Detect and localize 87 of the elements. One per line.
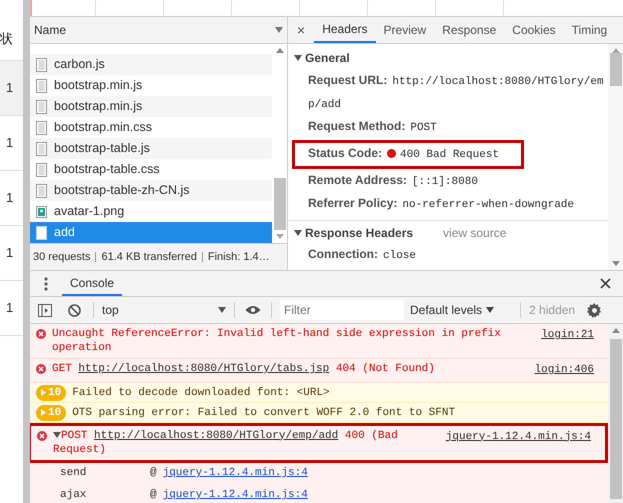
scrollbar[interactable]: [608, 324, 623, 503]
error-icon: [36, 329, 46, 339]
expanded-triangle-icon: [294, 55, 302, 61]
column-header: 状: [0, 30, 13, 48]
status-text: 30 requests: [33, 250, 90, 265]
header-line: Request Method: POST: [308, 118, 437, 136]
sidebar-toggle-icon[interactable]: [38, 304, 52, 316]
expanded-triangle-icon: [294, 230, 302, 236]
header-line: Remote Address: [::1]:8080: [308, 172, 478, 190]
source-link[interactable]: login:406: [534, 362, 594, 378]
section-toggle[interactable]: General: [294, 49, 350, 67]
scroll-down-icon[interactable]: [276, 234, 284, 239]
function-name: send: [60, 466, 88, 482]
header-line: Request URL: http://localhost:8080/HTGlory/emp/add: [308, 72, 605, 113]
error-icon: [37, 430, 47, 440]
file-icon: [36, 120, 47, 134]
table-cell-text: 1: [6, 189, 14, 208]
file-icon: [36, 78, 47, 92]
file-icon: [36, 184, 47, 198]
source-link[interactable]: login:21: [541, 327, 594, 344]
file-icon: [36, 162, 47, 176]
scrollbar-thumb[interactable]: [610, 53, 622, 86]
header-line: Status Code: 400 Bad Request: [308, 145, 500, 163]
filter-field[interactable]: Filter: [280, 300, 404, 320]
at-sign: @: [150, 488, 157, 503]
status-text: 61.4 KB transferred: [101, 250, 197, 265]
request-row[interactable]: carbon.js: [30, 54, 272, 75]
caret-icon: [486, 307, 494, 313]
levels-dropdown[interactable]: Default levels: [410, 301, 494, 319]
link[interactable]: http://localhost:8080/HTGlory/emp/add: [94, 430, 338, 442]
scrollbar-thumb[interactable]: [274, 178, 286, 230]
at-sign: @: [150, 466, 157, 482]
console-message: OTS parsing error: Failed to convert WOFF 2.0 font to SFNT: [72, 406, 456, 420]
file-icon: [36, 142, 47, 156]
close-icon[interactable]: [600, 278, 611, 289]
eye-icon[interactable]: [245, 305, 261, 315]
console-message: Uncaught ReferenceError: Invalid left-hand side expression in prefix operation: [52, 327, 502, 355]
file-icon: [36, 226, 47, 240]
file-icon: [36, 58, 47, 72]
context-dropdown[interactable]: top: [94, 301, 234, 319]
tab[interactable]: Timing: [564, 17, 616, 43]
tab[interactable]: Response: [434, 17, 504, 43]
source-link[interactable]: jquery-1.12.4.min.js:4: [446, 428, 591, 445]
repeat-count-badge: 10: [36, 404, 66, 421]
tab[interactable]: Preview: [376, 17, 434, 43]
header-line: Connection: close: [308, 246, 416, 264]
console-message: POST http://localhost:8080/HTGlory/emp/add 400 (Bad Request): [53, 428, 399, 456]
table-cell-text: 1: [6, 244, 14, 262]
more-options-icon[interactable]: [44, 276, 48, 290]
expanded-triangle-icon[interactable]: [53, 432, 61, 438]
file-icon: [36, 100, 47, 114]
clear-console-icon[interactable]: [68, 304, 81, 316]
function-name: ajax: [60, 488, 88, 503]
status-text: Finish: 1.4…: [208, 250, 270, 265]
close-button[interactable]: ×: [288, 20, 314, 40]
table-cell-text: 1: [6, 79, 14, 98]
scrollbar-thumb[interactable]: [610, 339, 622, 499]
expand-triangle-icon: [41, 409, 46, 416]
tab[interactable]: Cookies: [504, 17, 564, 43]
image-file-icon: [36, 206, 47, 218]
source-link[interactable]: jquery-1.12.4.min.js:4: [162, 487, 308, 503]
link[interactable]: http://localhost:8080/HTGlory/tabs.jsp: [78, 363, 330, 375]
settings-icon[interactable]: [587, 302, 602, 318]
console-message: Failed to decode downloaded font: <URL>: [72, 386, 331, 400]
scroll-down-icon[interactable]: [612, 261, 620, 266]
column-header[interactable]: Name: [34, 21, 66, 39]
table-cell-text: 1: [6, 299, 14, 318]
request-row[interactable]: bootstrap-table.js: [30, 138, 272, 159]
expand-triangle-icon: [41, 389, 46, 396]
section-toggle[interactable]: Response Headers: [294, 224, 414, 242]
request-row[interactable]: bootstrap-table-zh-CN.js: [30, 180, 272, 201]
source-link[interactable]: jquery-1.12.4.min.js:4: [162, 465, 308, 482]
caret-icon: [218, 307, 226, 313]
scroll-up-icon[interactable]: [612, 328, 620, 333]
link[interactable]: view source: [443, 224, 506, 242]
hidden-count: 2 hidden: [529, 302, 576, 319]
sort-caret-icon: [275, 27, 283, 33]
tab[interactable]: Headers: [314, 17, 376, 43]
error-icon: [36, 364, 46, 374]
scroll-up-icon[interactable]: [276, 48, 284, 53]
repeat-count-badge: 10: [36, 384, 66, 401]
scrollbar[interactable]: [608, 44, 623, 270]
console-message: GET http://localhost:8080/HTGlory/tabs.jsp 404 (Not Found): [52, 362, 436, 376]
request-row[interactable]: add: [30, 222, 272, 243]
request-row[interactable]: bootstrap.min.js: [30, 96, 272, 117]
table-cell-text: 1: [6, 134, 14, 152]
header-line: Referrer Policy: no-referrer-when-downgrade: [308, 195, 574, 213]
